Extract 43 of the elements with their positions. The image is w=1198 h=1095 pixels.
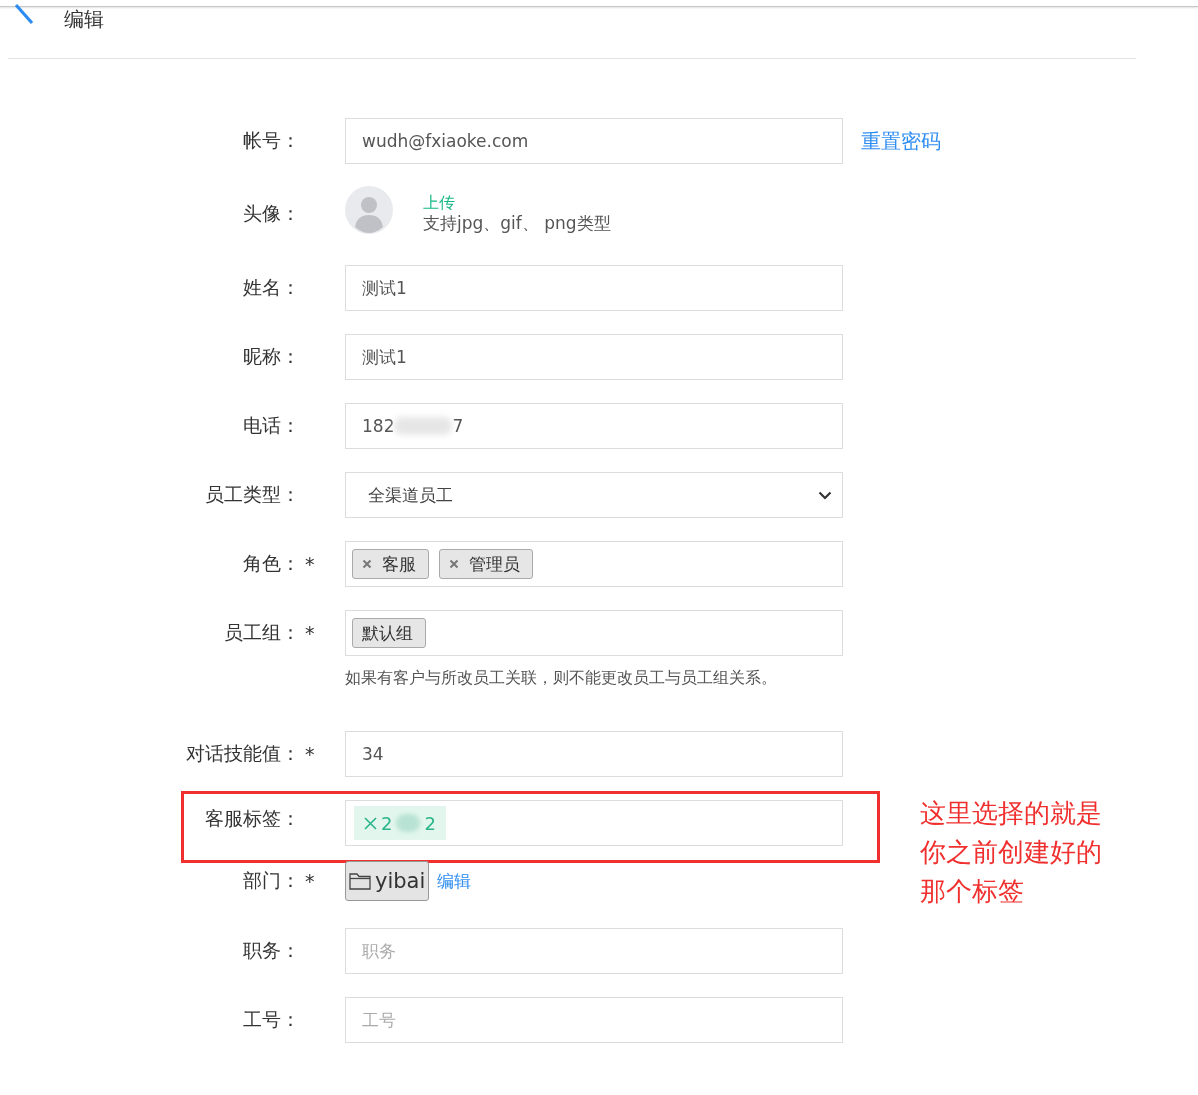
field-label: 昵称： bbox=[243, 345, 300, 367]
multi-select-field[interactable]: 客服 管理员 bbox=[345, 541, 843, 587]
field-label: 员工组： bbox=[224, 621, 300, 643]
field-label: 姓名： bbox=[243, 276, 300, 298]
chevron-down-icon bbox=[818, 490, 832, 500]
field-label: 员工类型： bbox=[205, 483, 300, 505]
folder-icon bbox=[349, 872, 371, 890]
text-field[interactable]: wudh@fxiaoke.com bbox=[345, 118, 843, 164]
field-label: 部门： bbox=[243, 869, 300, 891]
field-label: 工号： bbox=[243, 1008, 300, 1030]
required-mark: * bbox=[305, 743, 315, 765]
remove-icon[interactable] bbox=[449, 559, 459, 569]
multi-select-field[interactable]: 默认组 bbox=[345, 610, 843, 656]
phone-field[interactable]: 182 7 bbox=[345, 403, 843, 449]
field-label: 职务： bbox=[243, 939, 300, 961]
reset-password-link[interactable]: 重置密码 bbox=[861, 128, 941, 153]
text-field[interactable]: 测试1 bbox=[345, 265, 843, 311]
field-label: 帐号： bbox=[243, 129, 300, 151]
field-label: 电话： bbox=[243, 414, 300, 436]
avatar-icon bbox=[345, 186, 393, 234]
selected-chip[interactable]: 客服 bbox=[352, 549, 429, 579]
annotation-note: 这里选择的就是你之前创建好的那个标签 bbox=[920, 797, 1103, 908]
type-select[interactable]: 全渠道员工 bbox=[345, 472, 843, 518]
group-note: 如果有客户与所改员工关联，则不能更改员工与员工组关系。 bbox=[345, 668, 777, 687]
field-label: 客服标签： bbox=[205, 807, 300, 829]
text-field[interactable]: 测试1 bbox=[345, 334, 843, 380]
file-type-hint: 支持jpg、gif、 png类型 bbox=[423, 212, 611, 234]
department-button[interactable]: yibai bbox=[345, 861, 430, 901]
remove-icon[interactable] bbox=[362, 559, 372, 569]
text-field[interactable]: 34 bbox=[345, 731, 843, 777]
selected-chip[interactable]: 默认组 bbox=[352, 618, 426, 648]
field-label: 头像： bbox=[243, 202, 300, 224]
field-label: 角色： bbox=[243, 552, 300, 574]
page-title: 编辑 bbox=[64, 7, 104, 31]
field-label: 对话技能值： bbox=[186, 742, 300, 764]
selected-chip[interactable]: 管理员 bbox=[439, 549, 533, 579]
text-field[interactable]: 工号 bbox=[345, 997, 843, 1043]
edit-link[interactable]: 编辑 bbox=[437, 869, 472, 893]
text-field[interactable]: 职务 bbox=[345, 928, 843, 974]
required-mark: * bbox=[305, 553, 315, 575]
required-mark: * bbox=[305, 870, 315, 892]
required-mark: * bbox=[305, 622, 315, 644]
remove-icon[interactable] bbox=[364, 816, 377, 830]
